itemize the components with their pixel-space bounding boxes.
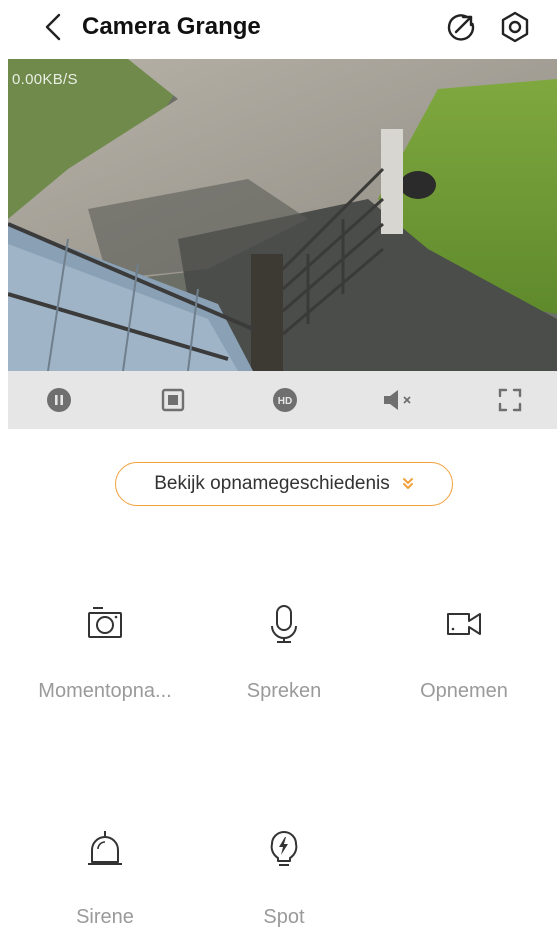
- camera-icon: [88, 607, 122, 638]
- hd-button[interactable]: HD: [270, 385, 300, 415]
- lightbulb-icon: [270, 831, 298, 866]
- recording-history-label: Bekijk opnamegeschiedenis: [154, 473, 390, 494]
- record-label: Opnemen: [420, 680, 508, 702]
- stop-button[interactable]: [158, 385, 188, 415]
- siren-bell-icon: [88, 831, 122, 865]
- settings-button[interactable]: [498, 10, 532, 44]
- back-button[interactable]: [38, 12, 68, 42]
- recording-history-button[interactable]: Bekijk opnamegeschiedenis: [115, 462, 453, 506]
- video-record-icon: [447, 613, 481, 635]
- top-bar: Camera Grange: [0, 0, 557, 56]
- snapshot-button[interactable]: Momentopna...: [20, 602, 190, 712]
- fullscreen-icon: [498, 388, 522, 412]
- playback-control-bar: HD: [8, 371, 557, 429]
- snapshot-label: Momentopna...: [38, 680, 172, 702]
- spotlight-button[interactable]: Spot: [199, 828, 369, 928]
- mute-button[interactable]: [381, 385, 417, 415]
- share-button[interactable]: [444, 10, 478, 44]
- bitrate-readout: 0.00KB/S: [12, 71, 78, 88]
- siren-button[interactable]: Sirene: [20, 828, 190, 928]
- stop-icon: [161, 388, 185, 412]
- siren-label: Sirene: [76, 906, 134, 928]
- settings-hexagon-icon: [501, 11, 529, 43]
- share-arrow-icon: [447, 14, 475, 41]
- fullscreen-button[interactable]: [495, 385, 525, 415]
- hd-label: HD: [278, 396, 292, 407]
- hd-icon: HD: [273, 388, 297, 412]
- speak-label: Spreken: [246, 680, 322, 702]
- spotlight-label: Spot: [263, 906, 305, 928]
- camera-scene-image: [8, 59, 557, 371]
- record-button[interactable]: Opnemen: [379, 602, 549, 712]
- speak-button[interactable]: Spreken: [199, 602, 369, 712]
- page-title: Camera Grange: [82, 13, 261, 40]
- pause-button[interactable]: [44, 385, 74, 415]
- speaker-muted-icon: [384, 390, 411, 410]
- live-video-feed[interactable]: 0.00KB/S: [8, 59, 557, 371]
- double-chevron-down-icon: [402, 478, 413, 489]
- microphone-icon: [271, 605, 297, 643]
- chevron-left-icon: [45, 13, 61, 41]
- pause-icon: [47, 388, 71, 412]
